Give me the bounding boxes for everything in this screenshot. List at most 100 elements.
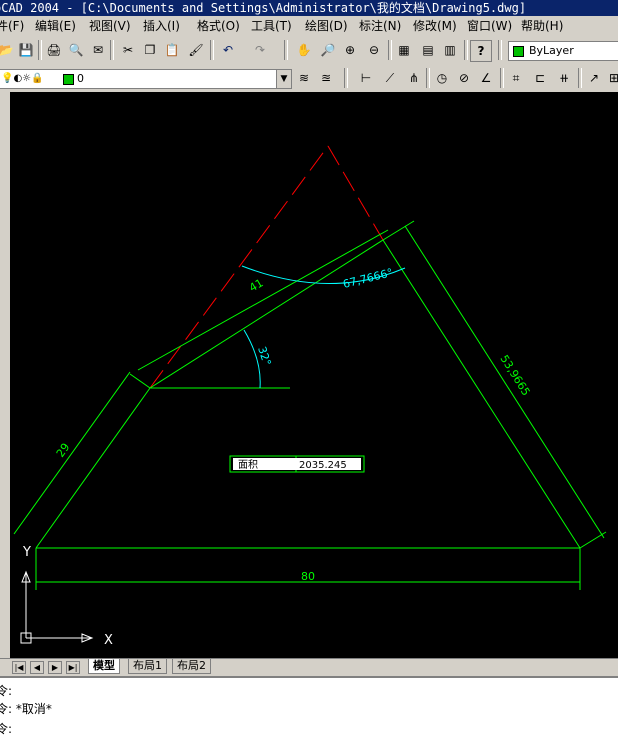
right-edge	[382, 239, 581, 549]
first-tab-icon[interactable]: |◀	[12, 661, 26, 674]
next-tab-icon[interactable]: ▶	[48, 661, 62, 674]
dim-41-text: 41	[247, 276, 266, 294]
aligned-dimension-icon[interactable]: ⟋	[380, 68, 400, 88]
drawing-canvas[interactable]: 41 67,7666° 32° 53,9665 29 80 面积 2035.24…	[10, 92, 618, 658]
tab-layout1[interactable]: 布局1	[128, 659, 167, 674]
undo-icon[interactable]: ↶	[218, 40, 238, 60]
menu-help[interactable]: 帮助(H)	[521, 16, 563, 36]
hidden-edge-left	[149, 145, 329, 389]
window-title: oCAD 2004 - [C:\Documents and Settings\A…	[0, 1, 527, 15]
redo-icon[interactable]: ↷	[250, 40, 270, 60]
standard-toolbar: 📂 💾 🖨 🔍 ✉ ✂ ❐ 📋 🖌 ↶ ↷ ✋ 🔎 ⊕ ⊖ ▦ ▤ ▥ ? By…	[0, 36, 618, 65]
menu-draw[interactable]: 绘图(D)	[305, 16, 348, 36]
separator	[578, 68, 582, 88]
separator	[500, 68, 504, 88]
separator	[284, 40, 288, 60]
zoom-realtime-icon[interactable]: 🔎	[318, 40, 338, 60]
ucs-icon	[20, 570, 94, 644]
diameter-dimension-icon[interactable]: ⊘	[454, 68, 474, 88]
publish-icon[interactable]: ✉	[88, 40, 108, 60]
paste-icon[interactable]: 📋	[162, 40, 182, 60]
separator	[110, 40, 114, 60]
properties-icon[interactable]: ▦	[394, 40, 414, 60]
area-value: 2035.245	[299, 460, 347, 471]
separator	[388, 40, 392, 60]
make-object-layer-current-icon[interactable]: ≋	[294, 68, 314, 88]
ordinate-dimension-icon[interactable]: ⋔	[404, 68, 424, 88]
command-line[interactable]: 令: 令: *取消* 令:	[0, 676, 618, 740]
menu-view[interactable]: 视图(V)	[89, 16, 131, 36]
zoom-previous-icon[interactable]: ⊖	[364, 40, 384, 60]
drawing-svg[interactable]: 41 67,7666° 32° 53,9665 29 80 面积 2035.24…	[10, 92, 618, 658]
chevron-down-icon[interactable]: ▼	[276, 70, 291, 88]
dim-80-text: 80	[301, 570, 315, 583]
dim-29-line	[13, 371, 131, 535]
help-icon[interactable]: ?	[470, 40, 492, 62]
design-center-icon[interactable]: ▤	[418, 40, 438, 60]
layer-state-icons: 💡◐☼🔒	[1, 73, 44, 84]
menu-dimension[interactable]: 标注(N)	[359, 16, 401, 36]
cut-icon[interactable]: ✂	[118, 40, 138, 60]
area-label: 面积	[238, 459, 258, 471]
dim-41-ext	[129, 373, 151, 389]
tolerance-icon[interactable]: ⊞	[604, 68, 618, 88]
prev-tab-icon[interactable]: ◀	[30, 661, 44, 674]
separator	[464, 40, 468, 60]
menu-insert[interactable]: 插入(I)	[143, 16, 180, 36]
left-edge	[35, 387, 151, 549]
separator	[210, 40, 214, 60]
print-icon[interactable]: 🖨	[44, 40, 64, 60]
ucs-x-label: X	[104, 633, 113, 648]
tool-palettes-icon[interactable]: ▥	[440, 40, 460, 60]
preview-icon[interactable]: 🔍	[66, 40, 86, 60]
separator	[426, 68, 430, 88]
color-combo-value: ByLayer	[529, 44, 574, 57]
menu-file[interactable]: 件(F)	[0, 16, 24, 36]
cut-edge	[149, 239, 384, 389]
menu-tools[interactable]: 工具(T)	[251, 16, 292, 36]
menu-format[interactable]: 格式(O)	[197, 16, 240, 36]
pan-realtime-icon[interactable]: ✋	[294, 40, 314, 60]
layer-previous-icon[interactable]: ≊	[316, 68, 336, 88]
layer-combo[interactable]: 💡◐☼🔒 0 ▼	[0, 69, 292, 89]
copy-icon[interactable]: ❐	[140, 40, 160, 60]
separator	[344, 68, 348, 88]
quick-leader-icon[interactable]: ↗	[584, 68, 604, 88]
layers-toolbar: 💡◐☼🔒 0 ▼ ≋ ≊ ⊢ ⟋ ⋔ ◷ ⊘ ∠ ⌗ ⊏ ⧺ ↗ ⊞	[0, 64, 618, 93]
quick-dimension-icon[interactable]: ⌗	[506, 68, 526, 88]
open-icon[interactable]: 📂	[0, 40, 16, 60]
command-history-line-2: 令: *取消*	[0, 702, 52, 716]
angular-dimension-icon[interactable]: ∠	[476, 68, 496, 88]
save-icon[interactable]: 💾	[16, 40, 36, 60]
command-prompt[interactable]: 令:	[0, 720, 12, 737]
menu-edit[interactable]: 编辑(E)	[35, 16, 76, 36]
draw-toolbar-strip[interactable]	[0, 92, 10, 658]
separator	[38, 40, 42, 60]
linear-dimension-icon[interactable]: ⊢	[356, 68, 376, 88]
layer-color-swatch	[63, 74, 74, 85]
baseline-dimension-icon[interactable]: ⊏	[530, 68, 550, 88]
last-tab-icon[interactable]: ▶|	[66, 661, 80, 674]
separator	[498, 40, 502, 60]
dim-53-text: 53,9665	[497, 353, 532, 398]
hidden-edge-right	[327, 145, 384, 241]
ucs-y-label: Y	[22, 545, 31, 560]
menu-bar: 件(F) 编辑(E) 视图(V) 插入(I) 格式(O) 工具(T) 绘图(D)…	[0, 16, 618, 36]
tab-layout2[interactable]: 布局2	[172, 659, 211, 674]
tab-model[interactable]: 模型	[88, 659, 120, 674]
radius-dimension-icon[interactable]: ◷	[432, 68, 452, 88]
layer-combo-value: 0	[77, 72, 84, 85]
title-bar: oCAD 2004 - [C:\Documents and Settings\A…	[0, 0, 618, 16]
match-properties-icon[interactable]: 🖌	[186, 40, 206, 60]
layout-tabs-bar: |◀ ◀ ▶ ▶| 模型 布局1 布局2	[0, 658, 618, 675]
color-control-combo[interactable]: ByLayer	[508, 41, 618, 61]
menu-modify[interactable]: 修改(M)	[413, 16, 457, 36]
color-swatch	[513, 46, 524, 57]
zoom-window-icon[interactable]: ⊕	[340, 40, 360, 60]
dim-angle-67-text: 67,7666°	[342, 266, 395, 291]
menu-window[interactable]: 窗口(W)	[467, 16, 512, 36]
command-history-line-1: 令:	[0, 684, 13, 698]
dim-53-ext-bottom	[579, 531, 607, 549]
dim-53-line	[404, 225, 605, 539]
continue-dimension-icon[interactable]: ⧺	[554, 68, 574, 88]
